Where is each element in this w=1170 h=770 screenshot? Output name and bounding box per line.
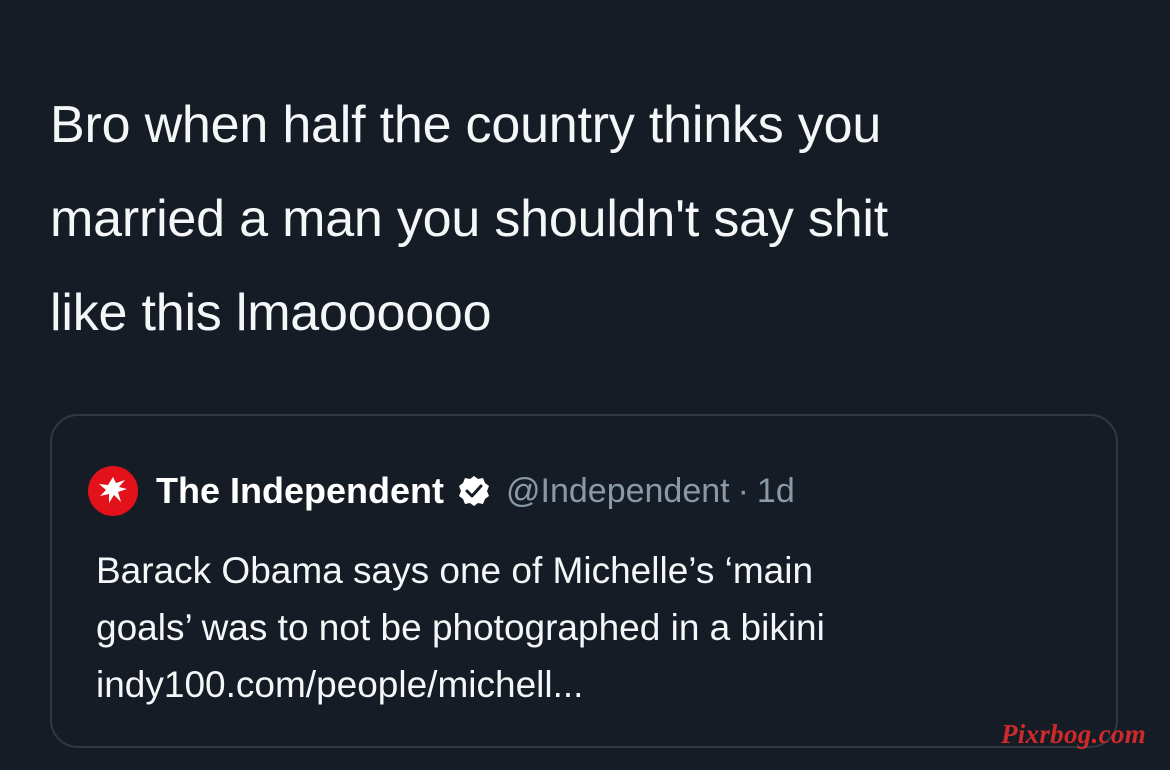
watermark: Pixrbog.com xyxy=(1000,719,1146,749)
timestamp[interactable]: 1d xyxy=(757,472,795,511)
user-handle[interactable]: @Independent xyxy=(506,472,730,511)
independent-eagle-logo-icon[interactable] xyxy=(88,466,138,516)
quoted-tweet-text: Barack Obama says one of Michelle’s ‘mai… xyxy=(96,550,825,705)
quoted-tweet-card[interactable]: The Independent @Independent · 1d Barack… xyxy=(50,414,1118,748)
verified-badge-icon xyxy=(456,473,492,509)
display-name[interactable]: The Independent xyxy=(156,470,444,512)
meta-separator: · xyxy=(737,471,749,510)
tweet-text: Bro when half the country thinks you mar… xyxy=(50,96,889,342)
quoted-tweet-header: The Independent @Independent · 1d xyxy=(88,466,795,516)
